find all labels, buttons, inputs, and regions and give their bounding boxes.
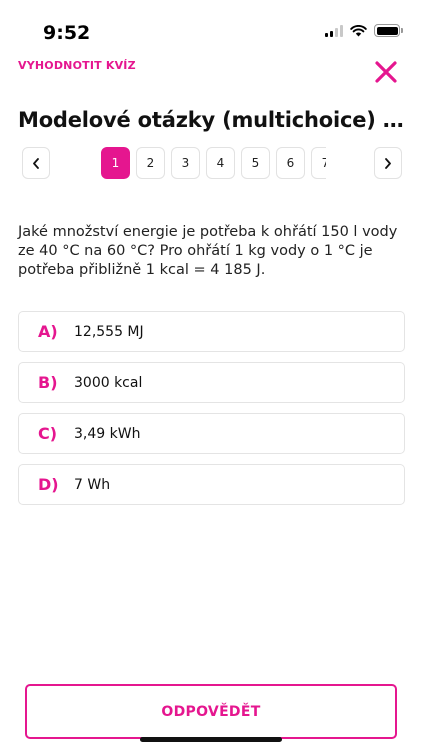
page-button-1[interactable]: 1 <box>101 147 130 179</box>
answer-option-c[interactable]: C) 3,49 kWh <box>18 413 405 454</box>
status-icons <box>325 24 403 37</box>
page-button-5[interactable]: 5 <box>241 147 270 179</box>
answer-letter: B) <box>38 373 58 392</box>
question-pager: 1 2 3 4 5 6 7 <box>0 147 422 181</box>
close-button[interactable] <box>374 60 398 84</box>
answer-letter: C) <box>38 424 58 443</box>
answer-option-d[interactable]: D) 7 Wh <box>18 464 405 505</box>
evaluate-quiz-link[interactable]: VYHODNOTIT KVÍZ <box>18 58 138 73</box>
status-bar: 9:52 <box>0 0 422 50</box>
close-icon <box>375 61 397 83</box>
chevron-left-icon <box>33 157 39 169</box>
wifi-icon <box>350 24 367 36</box>
page-button-7[interactable]: 7 <box>311 147 326 179</box>
answer-option-a[interactable]: A) 12,555 MJ <box>18 311 405 352</box>
status-time: 9:52 <box>43 22 91 44</box>
answer-list: A) 12,555 MJ B) 3000 kcal C) 3,49 kWh D)… <box>18 311 405 515</box>
battery-icon <box>374 24 403 37</box>
page-button-3[interactable]: 3 <box>171 147 200 179</box>
home-indicator <box>140 737 282 742</box>
answer-letter: A) <box>38 322 58 341</box>
cellular-signal-icon <box>325 24 343 37</box>
submit-answer-button[interactable]: ODPOVĚDĚT <box>25 684 397 739</box>
answer-text: 3000 kcal <box>74 374 143 391</box>
page-button-2[interactable]: 2 <box>136 147 165 179</box>
page-button-4[interactable]: 4 <box>206 147 235 179</box>
page-button-6[interactable]: 6 <box>276 147 305 179</box>
previous-question-button[interactable] <box>22 147 50 179</box>
answer-option-b[interactable]: B) 3000 kcal <box>18 362 405 403</box>
page-title: Modelové otázky (multichoice) – T... <box>18 108 408 132</box>
answer-text: 3,49 kWh <box>74 425 141 442</box>
question-text: Jaké množství energie je potřeba k ohřát… <box>18 224 398 278</box>
answer-text: 12,555 MJ <box>74 323 144 340</box>
answer-letter: D) <box>38 475 59 494</box>
chevron-right-icon <box>385 157 391 169</box>
page-number-strip: 1 2 3 4 5 6 7 <box>101 147 326 181</box>
answer-text: 7 Wh <box>74 476 111 493</box>
next-question-button[interactable] <box>374 147 402 179</box>
